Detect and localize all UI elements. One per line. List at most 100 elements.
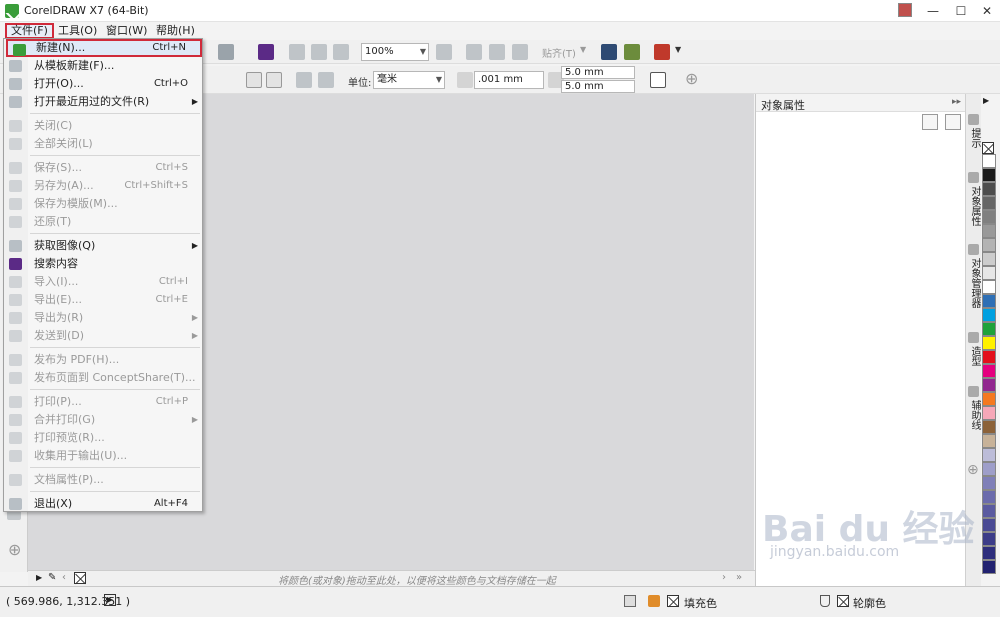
docker-frame-icon[interactable] xyxy=(922,114,938,130)
color-swatch[interactable] xyxy=(982,182,996,196)
docker-expand-icon[interactable]: ▸▸ xyxy=(952,97,961,107)
duplicate-y-input[interactable]: 5.0 mm xyxy=(561,80,635,93)
tab-hints[interactable]: 提示 xyxy=(967,128,981,148)
close-button[interactable]: ✕ xyxy=(976,2,998,20)
color-swatch[interactable] xyxy=(982,392,996,406)
object-properties-icon xyxy=(968,172,979,183)
color-swatch[interactable] xyxy=(982,322,996,336)
duplicate-x-input[interactable]: 5.0 mm xyxy=(561,66,635,79)
color-swatch[interactable] xyxy=(982,308,996,322)
menu-item-new-from-template[interactable]: 从模板新建(F)... xyxy=(4,57,202,75)
doc-no-color-swatch[interactable] xyxy=(74,572,86,584)
full-screen-icon[interactable] xyxy=(436,44,452,60)
docker-fit-icon[interactable] xyxy=(945,114,961,130)
redo-icon[interactable] xyxy=(218,44,234,60)
search-content-icon[interactable] xyxy=(258,44,274,60)
color-swatch[interactable] xyxy=(982,448,996,462)
scroll-left-icon[interactable]: ‹ xyxy=(62,572,66,583)
color-swatch[interactable] xyxy=(982,560,996,574)
menu-tools[interactable]: 工具(O) xyxy=(54,23,101,39)
menu-item-exit[interactable]: 退出(X) Alt+F4 xyxy=(4,495,202,513)
menu-window[interactable]: 窗口(W) xyxy=(102,23,151,39)
color-swatch[interactable] xyxy=(982,546,996,560)
color-swatch[interactable] xyxy=(982,350,996,364)
color-swatch[interactable] xyxy=(982,280,996,294)
color-swatch[interactable] xyxy=(982,504,996,518)
color-swatch[interactable] xyxy=(982,518,996,532)
play-icon[interactable]: ▶ xyxy=(104,594,116,606)
color-swatch[interactable] xyxy=(982,406,996,420)
treat-as-filled-icon[interactable] xyxy=(650,72,666,88)
nudge-distance-input[interactable]: .001 mm xyxy=(474,71,544,89)
menu-item-search-content[interactable]: 搜索内容 xyxy=(4,255,202,273)
color-swatch[interactable] xyxy=(982,336,996,350)
color-swatch[interactable] xyxy=(982,252,996,266)
welcome-screen-icon[interactable] xyxy=(601,44,617,60)
submenu-arrow-icon: ▶ xyxy=(191,415,198,424)
color-swatch[interactable] xyxy=(982,434,996,448)
menu-item-new[interactable]: 新建(N)... Ctrl+N xyxy=(6,39,202,57)
play-icon[interactable]: ▶ xyxy=(36,573,42,582)
color-swatch[interactable] xyxy=(982,294,996,308)
current-page-icon[interactable] xyxy=(318,72,334,88)
add-icon[interactable]: ⊕ xyxy=(8,540,21,559)
units-value: 毫米 xyxy=(377,74,397,85)
user-account-icon[interactable] xyxy=(898,3,912,17)
menu-item-acquire-image[interactable]: 获取图像(Q) ▶ xyxy=(4,237,202,255)
minimize-button[interactable]: — xyxy=(922,2,944,20)
color-swatch[interactable] xyxy=(982,476,996,490)
tab-object-manager[interactable]: 对象管理器 xyxy=(967,258,981,308)
color-swatch[interactable] xyxy=(982,224,996,238)
outline-none-swatch[interactable] xyxy=(837,595,849,607)
close-icon xyxy=(9,120,22,132)
fill-none-swatch[interactable] xyxy=(667,595,679,607)
menu-file[interactable]: 文件(F) xyxy=(5,23,54,39)
zoom-level-select[interactable]: 100% ▼ xyxy=(361,43,429,61)
tab-guidelines[interactable]: 辅助线 xyxy=(967,400,981,430)
color-swatch[interactable] xyxy=(982,266,996,280)
options-icon[interactable] xyxy=(624,44,640,60)
menu-item-open-recent[interactable]: 打开最近用过的文件(R) ▶ xyxy=(4,93,202,111)
color-swatch[interactable] xyxy=(982,420,996,434)
maximize-button[interactable]: ☐ xyxy=(950,2,972,20)
export-icon[interactable] xyxy=(311,44,327,60)
landscape-icon[interactable] xyxy=(266,72,282,88)
menu-help[interactable]: 帮助(H) xyxy=(152,23,199,39)
color-swatch[interactable] xyxy=(982,462,996,476)
color-swatch[interactable] xyxy=(982,364,996,378)
show-grid-icon[interactable] xyxy=(489,44,505,60)
color-swatch[interactable] xyxy=(982,378,996,392)
tab-object-properties[interactable]: 对象属性 xyxy=(967,186,981,226)
add-icon[interactable]: ⊕ xyxy=(967,462,979,478)
palette-scroll-up-icon[interactable]: ▶ xyxy=(983,96,989,105)
show-guidelines-icon[interactable] xyxy=(512,44,528,60)
no-color-swatch[interactable] xyxy=(982,142,994,154)
scroll-end-icon[interactable]: » xyxy=(736,572,742,583)
color-swatch[interactable] xyxy=(982,168,996,182)
application-launcher-icon[interactable] xyxy=(654,44,670,60)
all-pages-icon[interactable] xyxy=(296,72,312,88)
baidu-watermark-url: jingyan.baidu.com xyxy=(770,544,900,560)
menu-item-label: 打印预览(R)... xyxy=(34,431,105,444)
snap-to-dropdown[interactable]: 贴齐(T) xyxy=(542,45,576,60)
show-rulers-icon[interactable] xyxy=(466,44,482,60)
units-select[interactable]: 毫米 ▼ xyxy=(373,71,445,89)
search-content-icon xyxy=(9,258,22,270)
portrait-icon[interactable] xyxy=(246,72,262,88)
tab-shaping[interactable]: 造型 xyxy=(967,346,981,366)
add-icon[interactable]: ⊕ xyxy=(685,69,698,88)
menu-item-open[interactable]: 打开(O)... Ctrl+O xyxy=(4,75,202,93)
color-proof-icon[interactable] xyxy=(624,595,636,607)
color-swatch[interactable] xyxy=(982,154,996,168)
publish-pdf-icon[interactable] xyxy=(333,44,349,60)
color-swatch[interactable] xyxy=(982,532,996,546)
menu-item-label: 导入(I)... xyxy=(34,275,79,288)
scroll-right-icon[interactable]: › xyxy=(722,572,726,583)
docker-header: 对象属性 ▸▸ xyxy=(756,94,966,112)
eyedropper-icon[interactable]: ✎ xyxy=(48,572,56,583)
color-swatch[interactable] xyxy=(982,238,996,252)
color-swatch[interactable] xyxy=(982,210,996,224)
color-swatch[interactable] xyxy=(982,196,996,210)
color-swatch[interactable] xyxy=(982,490,996,504)
import-icon[interactable] xyxy=(289,44,305,60)
